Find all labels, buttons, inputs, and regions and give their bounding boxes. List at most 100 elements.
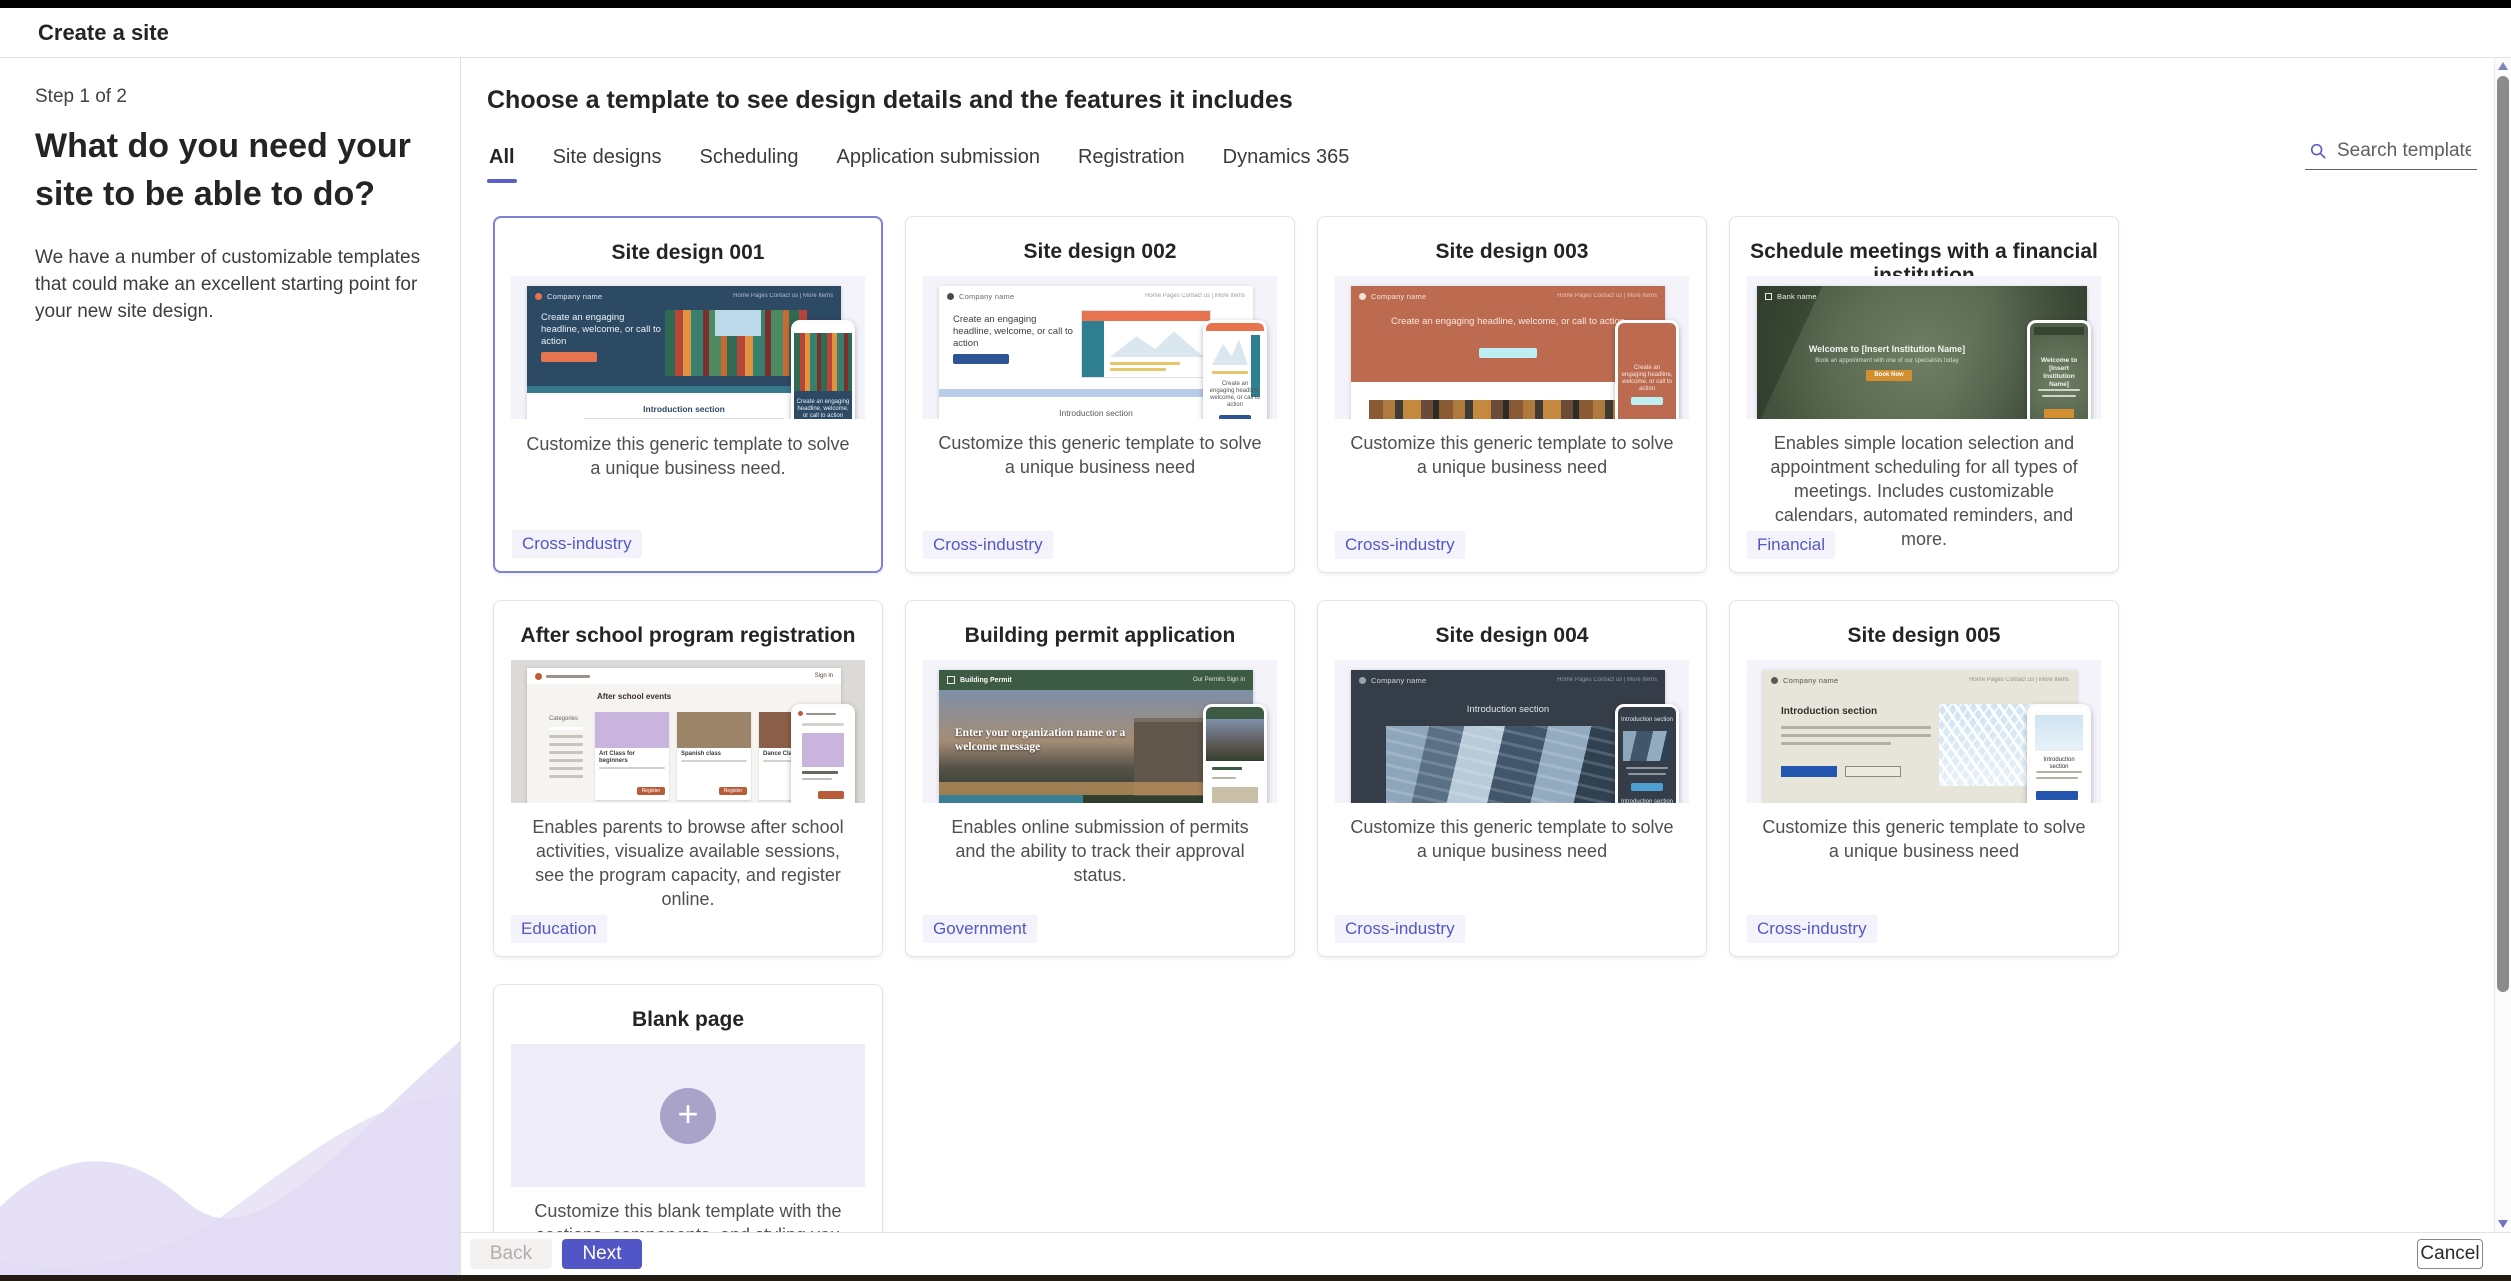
create-a-site-wizard: Create a site Step 1 of 2 What do you ne…: [0, 0, 2511, 1281]
template-description: Enables online submission of permits and…: [951, 817, 1249, 885]
scrollbar-thumb[interactable]: [2497, 76, 2509, 992]
template-card-schedule-meetings-financial[interactable]: Schedule meetings with a financial insti…: [1729, 216, 2119, 573]
template-description: Enables parents to browse after school a…: [532, 817, 844, 909]
template-thumbnail: Company name Home Pages Contact us | Mor…: [923, 276, 1277, 419]
scroll-up-arrow-icon[interactable]: [2498, 62, 2508, 70]
template-card-site-design-004[interactable]: Site design 004 Company name Home Pages …: [1317, 600, 1707, 957]
mock-activity-card: Spanish class Register: [677, 712, 751, 800]
mock-brand: Company name: [1371, 291, 1427, 301]
mock-subtext: Book an appointment with one of our spec…: [1815, 358, 1959, 364]
mock-nav: Home Pages Contact us | More Items: [1145, 293, 1245, 299]
template-name: Site design 001: [611, 241, 765, 264]
template-grid: Site design 001 Company name Home Pages …: [493, 216, 2123, 1275]
industry-tag: Cross-industry: [1335, 531, 1465, 559]
industry-tag: Financial: [1747, 531, 1836, 559]
window-bottom-edge: [0, 1275, 2511, 1281]
phone-mockup: Create an engaging headline, welcome, or…: [791, 320, 855, 419]
search-input[interactable]: [2335, 138, 2473, 163]
template-name: Site design 005: [1847, 624, 2001, 647]
template-name: Site design 004: [1435, 624, 1589, 647]
template-card-site-design-005[interactable]: Site design 005 Company name Home Pages …: [1729, 600, 2119, 957]
mock-cta-button: [1781, 766, 1837, 777]
mock-categories: Categories: [549, 716, 583, 778]
phone-mockup: [791, 704, 855, 803]
template-card-after-school-registration[interactable]: After school program registration Sign i…: [493, 600, 883, 957]
template-filter-tabs: All Site designs Scheduling Application …: [487, 138, 1351, 183]
template-description: Customize this generic template to solve…: [1350, 433, 1674, 477]
mock-headline: Create an engaging headline, welcome, or…: [953, 314, 1073, 349]
mock-signin: Sign in: [814, 673, 833, 679]
vertical-scrollbar[interactable]: [2494, 58, 2511, 1232]
search-templates-field[interactable]: [2305, 136, 2477, 170]
wizard-sidebar: Step 1 of 2 What do you need your site t…: [0, 58, 461, 1275]
mock-headline: Enter your organization name or a welcom…: [955, 727, 1126, 753]
tab-application-submission[interactable]: Application submission: [835, 138, 1042, 183]
tab-all[interactable]: All: [487, 138, 517, 183]
template-description: Customize this generic template to solve…: [1762, 817, 2086, 861]
mock-brand: Bank name: [1777, 291, 1817, 301]
tab-registration[interactable]: Registration: [1076, 138, 1187, 183]
template-description: Customize this generic template to solve…: [938, 433, 1262, 477]
template-name: Building permit application: [964, 624, 1236, 647]
template-thumbnail: +: [511, 1044, 865, 1187]
search-icon: [2310, 143, 2326, 159]
industry-tag: Cross-industry: [1747, 915, 1877, 943]
template-thumbnail: Bank name Welcome to [Insert Institution…: [1747, 276, 2101, 419]
template-card-site-design-002[interactable]: Site design 002 Company name Home Pages …: [905, 216, 1295, 573]
mock-brand: Company name: [1371, 675, 1427, 685]
mock-hero-image: [1369, 400, 1647, 419]
mock-nav: Home Pages Contact us | More Items: [1969, 677, 2069, 683]
scroll-down-arrow-icon[interactable]: [2498, 1220, 2508, 1228]
template-name: Site design 002: [1023, 240, 1177, 263]
phone-mockup: Welcome to [Insert Institution Name]: [2027, 320, 2091, 419]
template-card-building-permit[interactable]: Building permit application Building Per…: [905, 600, 1295, 957]
template-description: Customize this generic template to solve…: [1350, 817, 1674, 861]
page-title: Create a site: [38, 19, 169, 45]
mock-page-title: After school events: [597, 692, 672, 701]
mock-nav: Home Pages Contact us | More Items: [1557, 293, 1657, 299]
mock-brand: Company name: [1783, 675, 1839, 685]
mock-nav: Home Pages Contact us | More Items: [733, 293, 833, 299]
template-name: After school program registration: [520, 624, 856, 647]
mock-cta-button: [541, 352, 597, 362]
mock-brand: Company name: [547, 291, 603, 301]
mock-cta-button: Book Now: [1866, 370, 1912, 381]
mock-secondary-button: [1845, 766, 1901, 777]
template-name: Blank page: [631, 1008, 745, 1031]
wizard-footer: Back Next Cancel: [461, 1232, 2511, 1275]
template-gallery: Choose a template to see design details …: [461, 58, 2511, 1275]
gallery-heading: Choose a template to see design details …: [487, 86, 1293, 114]
phone-mockup: Introduction section Introduction sectio…: [1615, 704, 1679, 803]
mock-headline: Create an engaging headline, welcome, or…: [541, 312, 661, 347]
mock-cta-button: [1479, 348, 1537, 358]
industry-tag: Cross-industry: [512, 530, 642, 558]
template-card-site-design-001[interactable]: Site design 001 Company name Home Pages …: [493, 216, 883, 573]
mock-nav: Home Pages Contact us | More Items: [1557, 677, 1657, 683]
mock-activity-card: Art Class for beginners Register: [595, 712, 669, 800]
tab-site-designs[interactable]: Site designs: [551, 138, 664, 183]
wizard-header: Create a site: [0, 8, 2511, 58]
back-button[interactable]: Back: [470, 1239, 552, 1269]
template-thumbnail: Company name Home Pages Contact us | Mor…: [511, 276, 865, 419]
tab-dynamics-365[interactable]: Dynamics 365: [1221, 138, 1352, 183]
template-thumbnail: Company name Home Pages Contact us | Mor…: [1335, 660, 1689, 803]
template-thumbnail: Company name Home Pages Contact us | Mor…: [1335, 276, 1689, 419]
mock-section-title: Introduction section: [1781, 706, 1878, 717]
tab-scheduling[interactable]: Scheduling: [698, 138, 801, 183]
wizard-description: We have a number of customizable templat…: [35, 247, 421, 322]
phone-mockup: Introduction section: [2027, 704, 2091, 803]
mock-headline: Welcome to [Insert Institution Name]: [1808, 344, 1966, 354]
template-card-site-design-003[interactable]: Site design 003 Company name Home Pages …: [1317, 216, 1707, 573]
industry-tag: Cross-industry: [923, 531, 1053, 559]
cancel-button[interactable]: Cancel: [2417, 1239, 2483, 1269]
template-description: Customize this generic template to solve…: [526, 434, 850, 478]
mock-cta-button: [953, 354, 1009, 364]
window-top-edge: [0, 0, 2511, 8]
template-thumbnail: Company name Home Pages Contact us | Mor…: [1747, 660, 2101, 803]
plus-icon: +: [660, 1087, 716, 1144]
mock-image-placeholder: [1081, 310, 1211, 378]
next-button[interactable]: Next: [562, 1239, 642, 1269]
mock-hero-image: [1385, 726, 1631, 803]
phone-mockup: Create an engaging headline, welcome, or…: [1203, 320, 1267, 419]
phone-mockup: [1203, 704, 1267, 803]
